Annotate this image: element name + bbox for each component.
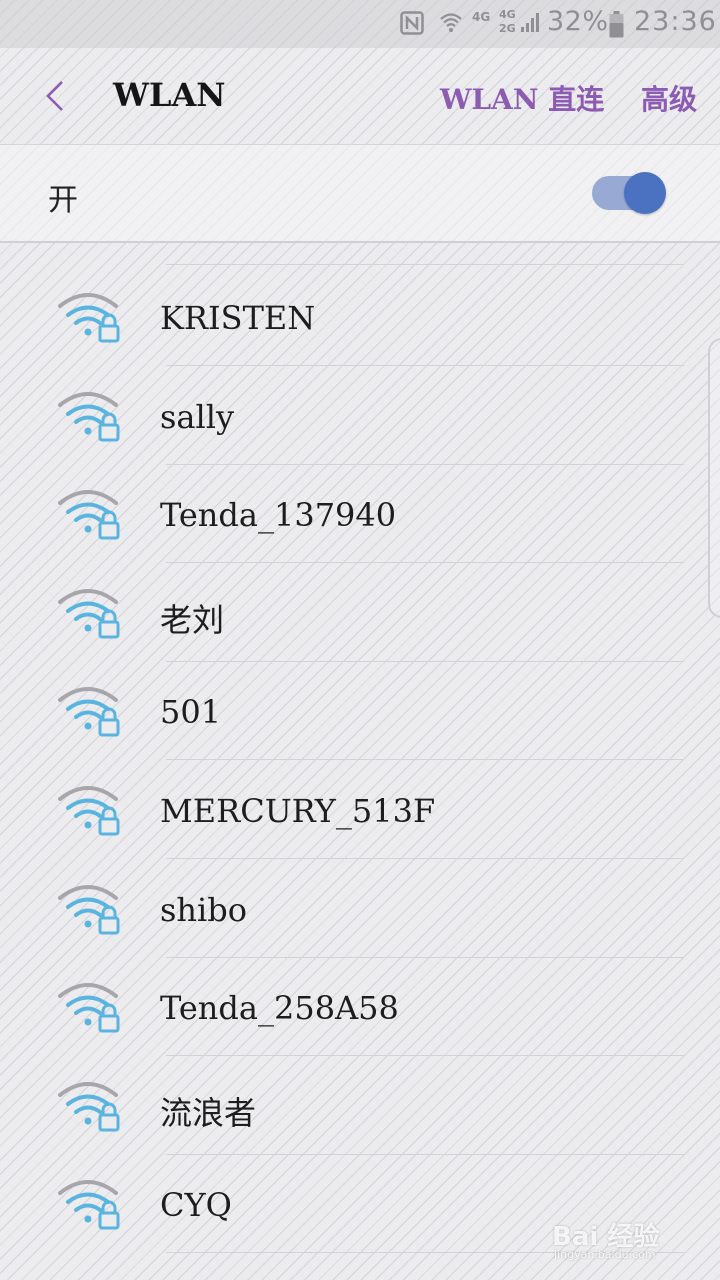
network-ssid: 501 <box>160 693 222 732</box>
wifi-lock-icon <box>58 983 120 1033</box>
network-ssid: Tenda_258A58 <box>160 989 399 1028</box>
network-type-top: 4G <box>499 8 516 21</box>
scroll-indicator <box>708 338 720 618</box>
app-header: WLAN WLAN 直连 高级 <box>0 48 720 144</box>
switch-thumb <box>624 172 666 214</box>
battery-percent: 32% <box>547 6 609 37</box>
nfc-icon <box>400 11 424 35</box>
network-type-stack: 4G 2G <box>499 8 516 36</box>
network-item[interactable]: sally <box>0 366 720 465</box>
network-item[interactable]: 501 <box>0 661 720 761</box>
network-ssid: CYQ <box>160 1186 232 1225</box>
wifi-lock-icon <box>58 1081 120 1132</box>
network-ssid: 流浪者 <box>160 1093 257 1132</box>
wlan-direct-button[interactable]: WLAN 直连 <box>440 78 604 118</box>
network-list: KRISTEN sally Tenda_137940 老刘 501 MERCURY_513… <box>0 240 720 1280</box>
wifi-lock-icon <box>58 687 120 737</box>
wifi-lock-icon <box>58 884 120 935</box>
network-item[interactable]: KRISTEN <box>0 267 720 366</box>
watermark: Bai 经验 jingyan.baidu.com <box>552 1216 692 1266</box>
wlan-switch[interactable] <box>592 172 668 214</box>
network-ssid: sally <box>160 397 235 436</box>
network-item[interactable]: shibo <box>0 859 720 958</box>
network-item[interactable]: Tenda_137940 <box>0 464 720 564</box>
network-item[interactable]: 流浪者 <box>0 1056 720 1155</box>
watermark-url: jingyan.baidu.com <box>554 1248 656 1261</box>
network-ssid: KRISTEN <box>160 299 316 337</box>
network-ssid: MERCURY_513F <box>160 792 436 830</box>
network-ssid: 老刘 <box>160 600 225 639</box>
battery-icon <box>609 11 624 38</box>
wlan-toggle-row[interactable]: 开 <box>0 144 720 243</box>
toggle-label: 开 <box>48 183 78 218</box>
network-type-label: 4G <box>472 10 491 24</box>
wifi-lock-icon <box>58 391 120 442</box>
wifi-lock-icon <box>58 588 120 639</box>
wifi-signal-icon <box>440 13 462 32</box>
network-type-bottom: 2G <box>499 22 516 35</box>
clock: 23:36 <box>634 6 717 37</box>
list-divider <box>166 264 684 265</box>
network-ssid: shibo <box>160 890 248 929</box>
network-item[interactable]: Tenda_258A58 <box>0 957 720 1057</box>
page-title: WLAN <box>113 76 226 114</box>
status-bar: 4G 4G 2G 32% 23:36 <box>0 0 720 48</box>
network-item[interactable]: MERCURY_513F <box>0 760 720 859</box>
network-ssid: Tenda_137940 <box>160 496 397 535</box>
wifi-lock-icon <box>58 786 120 836</box>
wifi-lock-icon <box>58 1180 120 1230</box>
cell-signal-icon <box>521 13 539 32</box>
advanced-button[interactable]: 高级 <box>641 78 697 118</box>
network-item[interactable]: 老刘 <box>0 563 720 662</box>
back-arrow-icon[interactable] <box>40 78 70 114</box>
wifi-lock-icon <box>58 490 120 540</box>
wifi-lock-icon <box>58 293 120 343</box>
